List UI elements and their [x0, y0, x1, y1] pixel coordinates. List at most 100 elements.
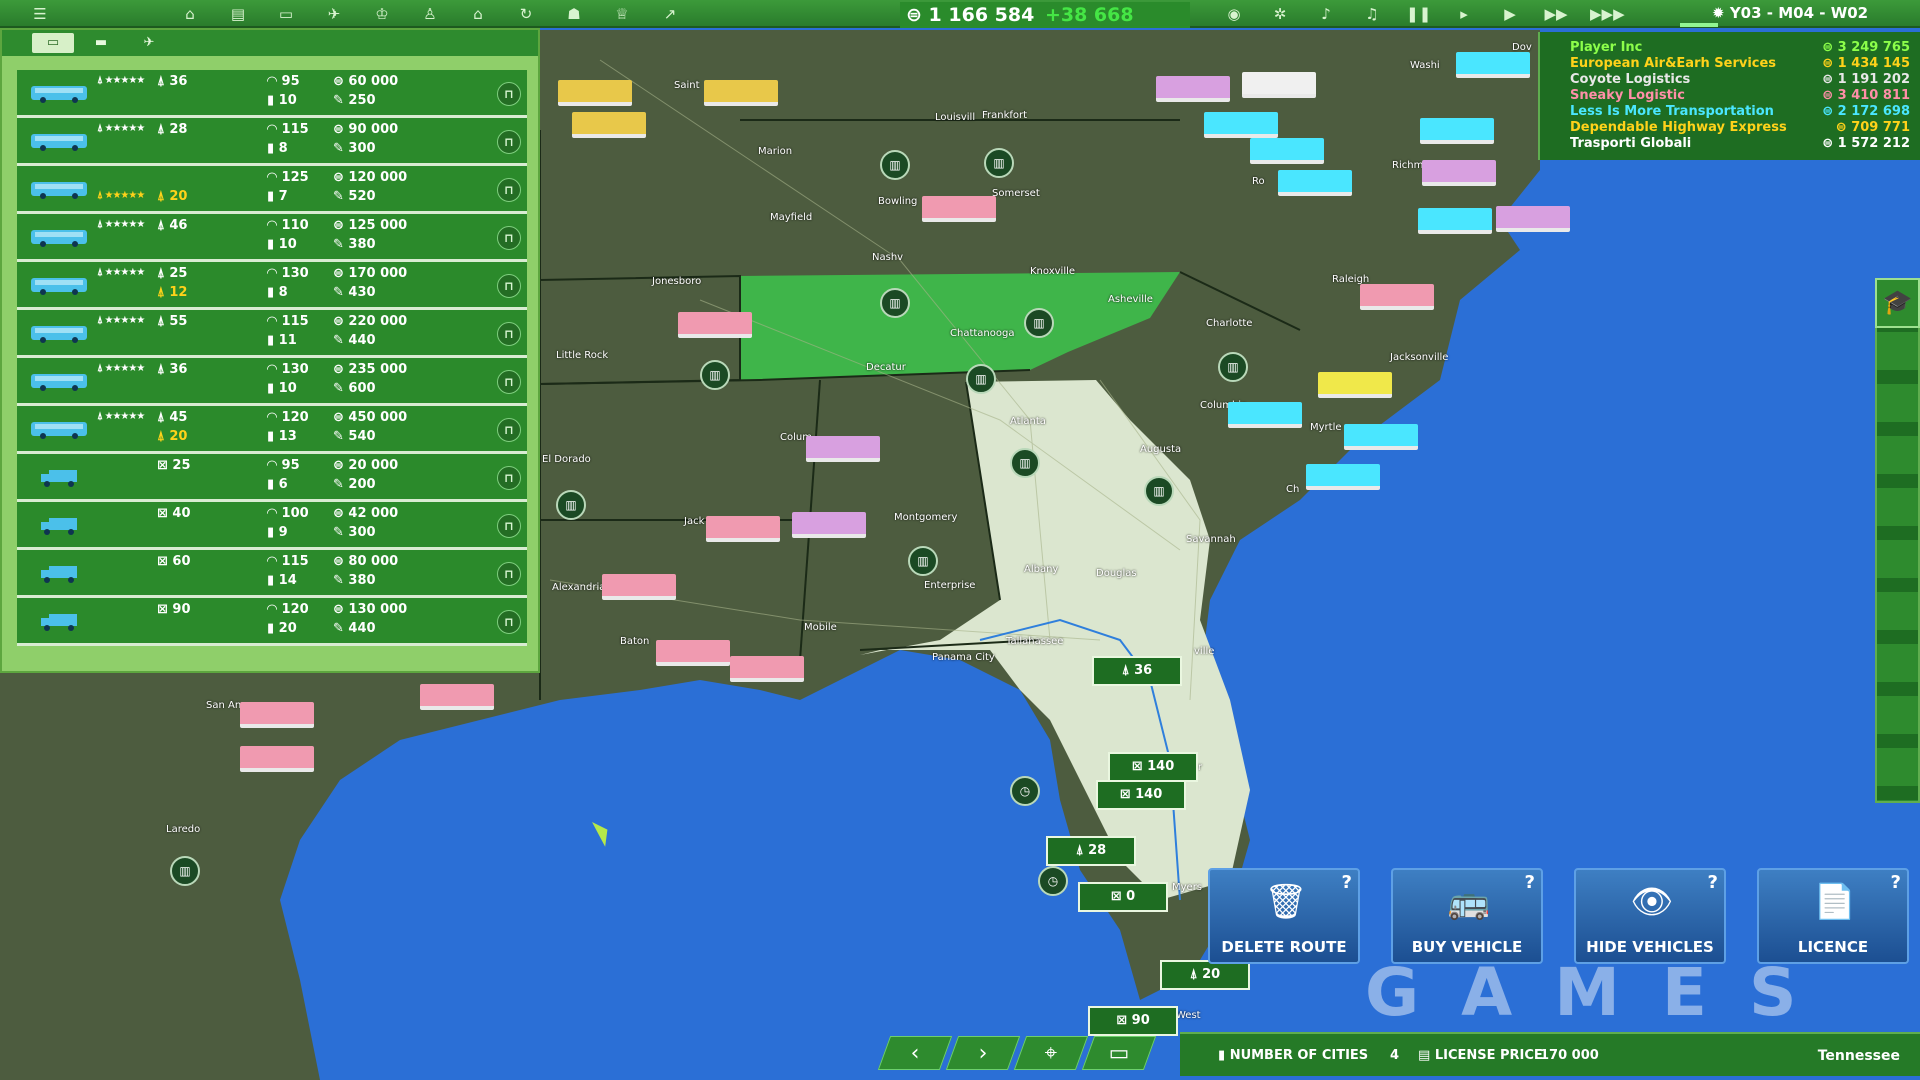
vehicle-card[interactable] — [1204, 112, 1278, 138]
graduation-cap-button[interactable]: 🎓 — [1875, 278, 1920, 328]
buy-basket-button[interactable]: ⊓ — [497, 226, 521, 250]
city-station[interactable]: ▥ — [700, 360, 730, 390]
team-icon[interactable]: ☗ — [562, 3, 586, 25]
vehicle-card[interactable] — [1360, 284, 1434, 310]
vehicle-card[interactable] — [730, 656, 804, 682]
city-station[interactable]: ▥ — [1024, 308, 1054, 338]
city-label[interactable]: West — [1176, 1010, 1201, 1021]
city-label[interactable]: Marion — [758, 146, 792, 157]
prev-button[interactable]: ‹ — [877, 1036, 953, 1070]
city-label[interactable]: Enterprise — [924, 580, 975, 591]
train-tab[interactable]: ▬ — [80, 33, 122, 53]
buy-basket-button[interactable]: ⊓ — [497, 418, 521, 442]
city-label[interactable]: Knoxville — [1030, 266, 1075, 277]
step-icon[interactable]: ▸ — [1452, 3, 1476, 25]
buy-basket-button[interactable]: ⊓ — [497, 274, 521, 298]
city-label[interactable]: Augusta — [1140, 444, 1181, 455]
city-label[interactable]: Louisvill — [935, 112, 975, 123]
play-icon[interactable]: ▶ — [1498, 3, 1522, 25]
city-label[interactable]: Panama City — [932, 652, 995, 663]
vehicle-card[interactable] — [572, 112, 646, 138]
city-station[interactable]: ▥ — [1010, 448, 1040, 478]
city-label[interactable]: Mayfield — [770, 212, 812, 223]
vehicle-card[interactable] — [602, 574, 676, 600]
city-label[interactable]: Frankfort — [982, 110, 1027, 121]
vehicle-row[interactable]: ⍋ ★★★★★ ⍋ 55 ◠ 115 ▮ 11 ⊜ 220 000 ✎ 440 ⊓ — [17, 310, 527, 358]
vehicle-card[interactable] — [1156, 76, 1230, 102]
hide-vehicles-button[interactable]: 👁? HIDE VEHICLES — [1574, 868, 1726, 964]
city-label[interactable]: Atlanta — [1010, 416, 1046, 427]
city-station[interactable]: ▥ — [880, 150, 910, 180]
city-station[interactable]: ▥ — [984, 148, 1014, 178]
vehicle-card[interactable] — [1306, 464, 1380, 490]
vehicle-row[interactable]: ⊠ 90 ◠ 120 ▮ 20 ⊜ 130 000 ✎ 440 ⊓ — [17, 598, 527, 646]
help-icon[interactable]: ? — [1708, 872, 1718, 893]
pause-icon[interactable]: ❚❚ — [1406, 3, 1431, 25]
route-vehicle-tag[interactable]: ⍋ 20 — [1160, 960, 1250, 990]
bank-icon[interactable]: ⌂ — [466, 3, 490, 25]
vehicle-row[interactable]: ⍋ ★★★★★ ⍋ 28 ◠ 115 ▮ 8 ⊜ 90 000 ✎ 300 ⊓ — [17, 118, 527, 166]
city-label[interactable]: Washi — [1410, 60, 1440, 71]
city-label[interactable]: Laredo — [166, 824, 200, 835]
city-label[interactable]: Richm — [1392, 160, 1423, 171]
city-label[interactable]: Somerset — [992, 188, 1040, 199]
city-label[interactable]: Ro — [1252, 176, 1265, 187]
vehicle-card[interactable] — [792, 512, 866, 538]
fastest-icon[interactable]: ▶▶▶ — [1590, 3, 1625, 25]
vehicle-row[interactable]: ⍋ ★★★★★ ⍋ 45 ⍋ 20 ◠ 120 ▮ 13 ⊜ 450 000 ✎ 540 ⊓ — [17, 406, 527, 454]
route-vehicle-tag[interactable]: ⊠ 140 — [1108, 752, 1198, 782]
folder-button[interactable]: ▭ — [1081, 1036, 1157, 1070]
city-label[interactable]: Albany — [1024, 564, 1058, 575]
city-label[interactable]: Bowling — [878, 196, 917, 207]
volume-icon[interactable]: ♪ — [1314, 3, 1338, 25]
city-label[interactable]: Asheville — [1108, 294, 1153, 305]
vehicle-card[interactable] — [922, 196, 996, 222]
city-label[interactable]: Alexandria — [552, 582, 605, 593]
city-label[interactable]: Charlotte — [1206, 318, 1252, 329]
city-station[interactable]: ▥ — [1218, 352, 1248, 382]
help-icon[interactable]: ? — [1525, 872, 1535, 893]
gear-icon[interactable]: ✲ — [1268, 3, 1292, 25]
person-icon[interactable]: ♙ — [418, 3, 442, 25]
city-label[interactable]: Savannah — [1186, 534, 1236, 545]
chart-icon[interactable]: ↗ — [658, 3, 682, 25]
buy-basket-button[interactable]: ⊓ — [497, 514, 521, 538]
city-label[interactable]: Douglas — [1096, 568, 1137, 579]
vehicle-card[interactable] — [420, 684, 494, 710]
city-label[interactable]: Jonesboro — [652, 276, 701, 287]
cup-icon[interactable]: ♔ — [370, 3, 394, 25]
plane-tab[interactable]: ✈ — [128, 33, 170, 53]
menu-icon[interactable]: ☰ — [28, 3, 52, 25]
city-label[interactable]: Jacksonville — [1390, 352, 1448, 363]
vehicle-card[interactable] — [1420, 118, 1494, 144]
vehicle-row[interactable]: ⍋ ★★★★★ ⍋ 46 ◠ 110 ▮ 10 ⊜ 125 000 ✎ 380 ⊓ — [17, 214, 527, 262]
refresh-icon[interactable]: ↻ — [514, 3, 538, 25]
locate-button[interactable]: ⌖ — [1013, 1036, 1089, 1070]
city-label[interactable]: Baton — [620, 636, 649, 647]
vehicle-card[interactable] — [1250, 138, 1324, 164]
city-label[interactable]: Decatur — [866, 362, 906, 373]
city-label[interactable]: Little Rock — [556, 350, 608, 361]
licence-button[interactable]: 📄? LICENCE — [1757, 868, 1909, 964]
vehicle-row[interactable]: ⊠ 25 ◠ 95 ▮ 6 ⊜ 20 000 ✎ 200 ⊓ — [17, 454, 527, 502]
vehicle-row[interactable]: ⍋ ★★★★★ ⍋ 36 ◠ 95 ▮ 10 ⊜ 60 000 ✎ 250 ⊓ — [17, 70, 527, 118]
buy-basket-button[interactable]: ⊓ — [497, 322, 521, 346]
buy-basket-button[interactable]: ⊓ — [497, 130, 521, 154]
next-button[interactable]: › — [945, 1036, 1021, 1070]
company-row[interactable]: European Air&Earh Services ⊜ 1 434 145 — [1570, 56, 1920, 72]
company-row[interactable]: Dependable Highway Express ⊜ 709 771 — [1570, 120, 1920, 136]
city-label[interactable]: Mobile — [804, 622, 837, 633]
vehicle-row[interactable]: ⊠ 60 ◠ 115 ▮ 14 ⊜ 80 000 ✎ 380 ⊓ — [17, 550, 527, 598]
buy-basket-button[interactable]: ⊓ — [497, 562, 521, 586]
route-vehicle-tag[interactable]: ⍋ 36 — [1092, 656, 1182, 686]
city-label[interactable]: Tallahassee — [1006, 636, 1063, 647]
vehicle-card[interactable] — [1344, 424, 1418, 450]
city-label[interactable]: Myrtle — [1310, 422, 1342, 433]
company-row[interactable]: Player Inc ⊜ 3 249 765 — [1570, 40, 1920, 56]
delete-route-button[interactable]: 🗑? DELETE ROUTE — [1208, 868, 1360, 964]
city-label[interactable]: Jack — [684, 516, 704, 527]
buy-basket-button[interactable]: ⊓ — [497, 466, 521, 490]
vehicle-row[interactable]: ⍋ ★★★★★ ⍋ 25 ⍋ 12 ◠ 130 ▮ 8 ⊜ 170 000 ✎ 430 ⊓ — [17, 262, 527, 310]
vehicle-row[interactable]: ⍋ ★★★★★ ⍋ 36 ◠ 130 ▮ 10 ⊜ 235 000 ✎ 600 ⊓ — [17, 358, 527, 406]
vehicle-card[interactable] — [678, 312, 752, 338]
